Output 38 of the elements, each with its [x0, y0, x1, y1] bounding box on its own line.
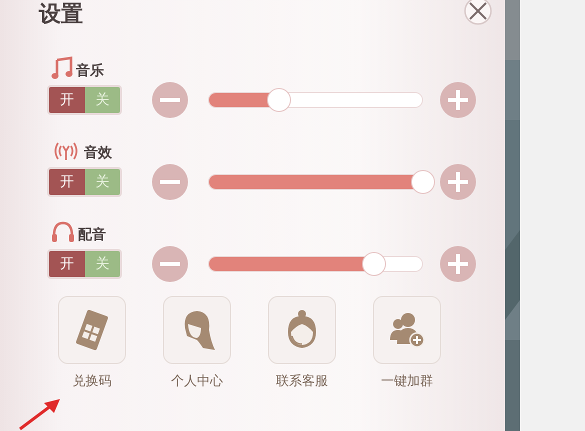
channel-label: 音效	[84, 144, 112, 162]
decrease-button[interactable]	[152, 164, 188, 200]
on-off-switch[interactable]: 开 关	[47, 249, 122, 279]
slider-handle[interactable]	[411, 170, 435, 194]
minus-icon	[160, 180, 180, 184]
close-button[interactable]	[463, 0, 493, 26]
on-option[interactable]: 开	[49, 169, 84, 195]
plus-icon	[448, 172, 468, 192]
panel-title: 设置	[39, 1, 83, 29]
music-note-icon	[51, 56, 73, 80]
shortcut-label: 一键加群	[381, 373, 433, 390]
increase-button[interactable]	[440, 82, 476, 118]
shortcut-button[interactable]	[373, 296, 441, 364]
minus-icon	[160, 98, 180, 102]
minus-icon	[160, 262, 180, 266]
channel-label: 配音	[78, 226, 106, 244]
shortcut-label: 联系客服	[276, 373, 328, 390]
channel-label: 音乐	[76, 62, 104, 80]
decrease-button[interactable]	[152, 246, 188, 282]
slider-handle[interactable]	[362, 252, 386, 276]
plus-icon	[448, 90, 468, 110]
plus-icon	[448, 254, 468, 274]
increase-button[interactable]	[440, 164, 476, 200]
on-off-switch[interactable]: 开 关	[47, 167, 122, 197]
on-off-switch[interactable]: 开 关	[47, 85, 122, 115]
shortcut-button[interactable]	[163, 296, 231, 364]
close-icon	[463, 0, 493, 26]
slider-handle[interactable]	[266, 88, 291, 112]
shortcut-button[interactable]	[58, 296, 126, 364]
on-option[interactable]: 开	[49, 87, 84, 113]
shortcut-button[interactable]	[268, 296, 336, 364]
pointer-arrow	[18, 397, 62, 431]
shortcut-label: 个人中心	[171, 373, 223, 390]
on-option[interactable]: 开	[49, 251, 84, 277]
headphones-icon	[51, 220, 75, 244]
decrease-button[interactable]	[152, 82, 188, 118]
increase-button[interactable]	[440, 246, 476, 282]
shortcut-label: 兑换码	[72, 373, 112, 390]
